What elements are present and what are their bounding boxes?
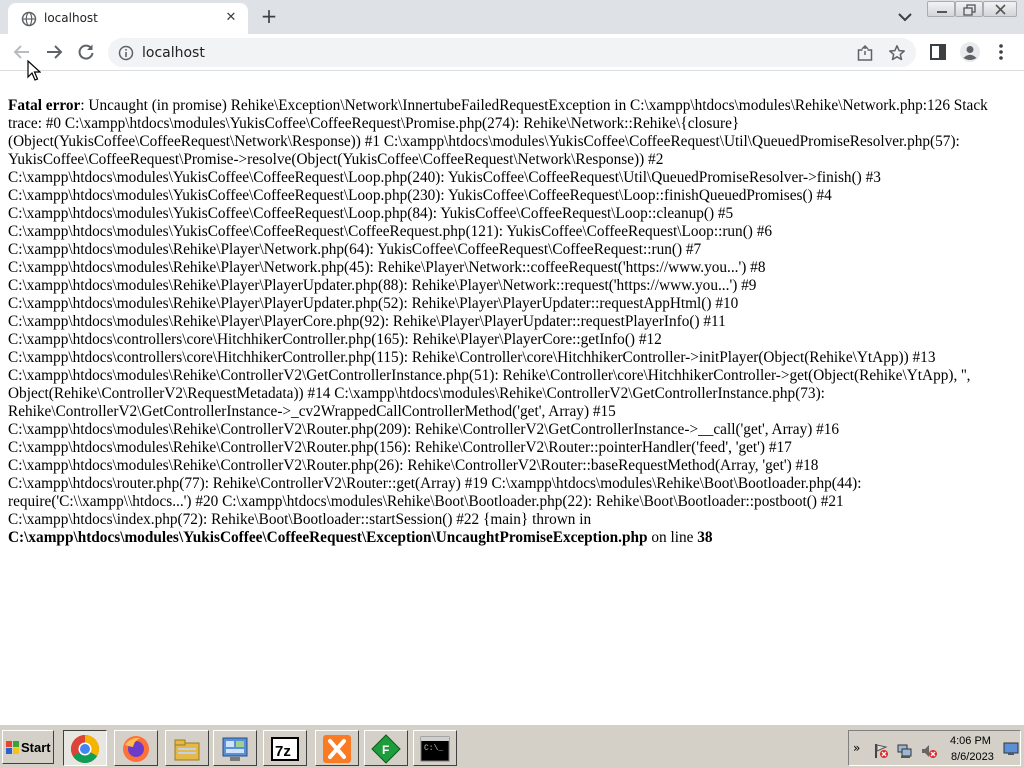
clock-date[interactable]: 8/6/2023 [951,751,994,763]
taskbar-xampp[interactable] [315,730,359,766]
address-bar[interactable]: localhost [108,38,916,67]
control-panel-icon [222,737,248,761]
file-explorer-icon [174,739,200,761]
filezilla-icon: F [371,734,401,764]
on-line-text: on line [647,529,698,546]
new-tab-button[interactable]: + [258,6,280,28]
close-window-icon [995,4,1006,15]
more-menu-icon[interactable] [993,42,1009,62]
command-prompt-icon: C:\_ [420,736,450,762]
start-label: Start [21,740,51,755]
globe-icon [21,11,37,27]
restore-icon [963,4,976,16]
minimize-icon [937,11,947,13]
site-info-icon[interactable] [118,45,134,61]
error-label: Fatal error [8,97,81,114]
php-fatal-error: Fatal error: Uncaught (in promise) Rehik… [8,97,1018,547]
taskbar-chrome[interactable] [63,730,107,766]
error-file: C:\xampp\htdocs\modules\YukisCoffee\Coff… [8,529,648,546]
tab-strip: localhost ✕ + [0,0,1024,34]
close-tab-icon[interactable]: ✕ [222,9,240,27]
svg-text:C:\_: C:\_ [424,744,443,753]
taskbar-filezilla[interactable]: F [364,730,408,766]
taskbar-command-prompt[interactable]: C:\_ [413,730,457,766]
error-message: : Uncaught (in promise) Rehike\Exception… [8,97,988,528]
clock-time[interactable]: 4:06 PM [950,735,991,747]
share-icon[interactable] [856,44,874,62]
firefox-icon [123,736,149,762]
taskbar-explorer[interactable] [165,730,209,766]
volume-muted-icon[interactable] [921,743,937,759]
bookmark-star-icon[interactable] [888,44,906,62]
taskbar-firefox[interactable] [114,730,158,766]
url-text[interactable]: localhost [142,45,205,61]
taskbar: Start 7z F C:\_ » 4:06 PM 8/6/2023 [0,724,1024,768]
window-minimize-button[interactable] [927,1,955,17]
browser-toolbar: localhost [0,34,1024,71]
tab-search-chevron-icon[interactable] [896,9,914,25]
window-restore-button[interactable] [955,1,983,17]
page-content: Fatal error: Uncaught (in promise) Rehik… [0,72,1024,724]
action-center-warning-icon[interactable] [873,743,889,759]
mouse-cursor-icon [27,60,41,81]
reload-icon[interactable] [76,42,96,62]
side-panel-icon[interactable] [928,42,948,62]
xampp-icon [323,735,351,763]
back-arrow-icon[interactable] [12,42,32,62]
network-icon[interactable] [897,743,913,759]
window-close-button[interactable] [983,1,1017,17]
windows-flag-icon [6,741,19,754]
tab-localhost[interactable]: localhost ✕ [8,3,248,34]
profile-avatar-icon[interactable] [959,41,981,63]
error-line-number: 38 [697,529,713,546]
start-button[interactable]: Start [2,730,54,764]
forward-arrow-icon[interactable] [44,42,64,62]
svg-text:7z: 7z [275,743,291,760]
show-desktop-icon[interactable] [1003,742,1019,756]
system-tray: » 4:06 PM 8/6/2023 [848,730,1021,766]
tray-expand-arrow[interactable]: » [853,741,860,755]
tab-title: localhost [44,11,98,25]
7zip-icon: 7z [271,737,299,761]
chrome-icon [71,735,99,763]
svg-text:F: F [382,743,389,757]
taskbar-control-panel[interactable] [213,730,257,766]
taskbar-7zip[interactable]: 7z [263,730,307,766]
